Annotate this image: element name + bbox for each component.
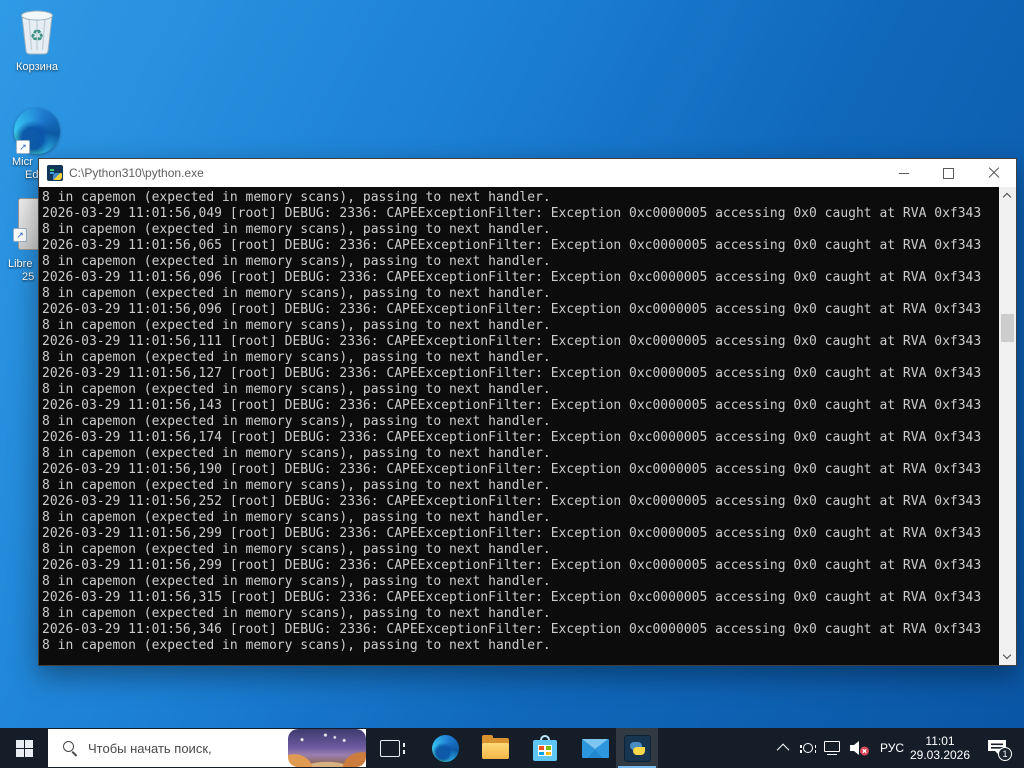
edge-label-line2: Ed xyxy=(25,169,39,181)
maximize-button[interactable] xyxy=(926,159,971,187)
notification-badge: 1 xyxy=(998,747,1012,761)
recycle-bin-icon: ♻ xyxy=(21,10,53,55)
shortcut-arrow-icon: ↗ xyxy=(13,228,27,242)
console-log-line: 8 in capemon (expected in memory scans),… xyxy=(42,286,551,301)
mail-icon xyxy=(581,738,609,758)
tray-action-center[interactable]: 1 xyxy=(980,728,1014,768)
console-log-line: 2026-03-29 11:01:56,252 [root] DEBUG: 23… xyxy=(42,494,982,509)
console-log-line: 2026-03-29 11:01:56,174 [root] DEBUG: 23… xyxy=(42,430,982,445)
shortcut-arrow-icon: ↗ xyxy=(16,140,30,154)
microsoft-store-icon xyxy=(533,735,557,761)
minimize-button[interactable] xyxy=(881,159,926,187)
tray-network[interactable] xyxy=(820,728,846,768)
console-log-line: 8 in capemon (expected in memory scans),… xyxy=(42,222,551,237)
console-log-line: 2026-03-29 11:01:56,096 [root] DEBUG: 23… xyxy=(42,270,982,285)
console-log-line: 2026-03-29 11:01:56,127 [root] DEBUG: 23… xyxy=(42,366,982,381)
console-log-line: 8 in capemon (expected in memory scans),… xyxy=(42,382,551,397)
taskbar-mail-button[interactable] xyxy=(572,728,618,768)
taskbar-search[interactable] xyxy=(48,729,366,767)
scroll-down-icon[interactable] xyxy=(1002,650,1012,660)
search-input[interactable] xyxy=(88,729,288,767)
console-log-line: 2026-03-29 11:01:56,143 [root] DEBUG: 23… xyxy=(42,398,982,413)
console-log-line: 8 in capemon (expected in memory scans),… xyxy=(42,638,551,653)
console-log-line: 2026-03-29 11:01:56,315 [root] DEBUG: 23… xyxy=(42,590,982,605)
clock-date: 29.03.2026 xyxy=(909,748,971,762)
window-titlebar[interactable]: C:\Python310\python.exe xyxy=(39,159,1016,187)
recycle-bin-label: Корзина xyxy=(16,61,58,73)
console-log-line: 8 in capemon (expected in memory scans),… xyxy=(42,190,551,205)
clock-time: 11:01 xyxy=(925,734,955,748)
console-log-line: 8 in capemon (expected in memory scans),… xyxy=(42,606,551,621)
search-highlight-image[interactable] xyxy=(288,729,366,767)
scroll-up-icon[interactable] xyxy=(1002,192,1012,202)
console-output[interactable]: 8 in capemon (expected in memory scans),… xyxy=(39,187,999,665)
tray-meet-now[interactable] xyxy=(796,728,820,768)
desktop-icon-recycle-bin[interactable]: ♻ Корзина xyxy=(8,8,66,74)
console-window: C:\Python310\python.exe 8 in capemon (ex… xyxy=(38,158,1017,666)
taskbar-python-console-button[interactable] xyxy=(616,728,658,768)
taskbar-file-explorer-button[interactable] xyxy=(472,728,518,768)
tray-language[interactable]: РУС xyxy=(874,728,910,768)
console-log-line: 2026-03-29 11:01:56,299 [root] DEBUG: 23… xyxy=(42,558,982,573)
console-log-line: 8 in capemon (expected in memory scans),… xyxy=(42,478,551,493)
volume-muted-icon xyxy=(850,741,869,756)
window-title: C:\Python310\python.exe xyxy=(69,166,204,180)
libreoffice-label-line2: 25 xyxy=(22,271,35,283)
console-log-line: 2026-03-29 11:01:56,190 [root] DEBUG: 23… xyxy=(42,462,982,477)
close-button[interactable] xyxy=(971,159,1016,187)
console-log-line: 2026-03-29 11:01:56,299 [root] DEBUG: 23… xyxy=(42,526,982,541)
language-label: РУС xyxy=(879,741,905,755)
console-scrollbar[interactable] xyxy=(999,187,1016,665)
console-log-line: 2026-03-29 11:01:56,096 [root] DEBUG: 23… xyxy=(42,302,982,317)
svg-text:♻: ♻ xyxy=(30,28,44,45)
console-log-line: 8 in capemon (expected in memory scans),… xyxy=(42,254,551,269)
search-icon xyxy=(62,740,78,756)
console-log-line: 8 in capemon (expected in memory scans),… xyxy=(42,414,551,429)
console-log-line: 8 in capemon (expected in memory scans),… xyxy=(42,318,551,333)
libreoffice-label-line1: Libre xyxy=(8,258,33,270)
console-log-line: 2026-03-29 11:01:56,049 [root] DEBUG: 23… xyxy=(42,206,982,221)
taskbar-store-button[interactable] xyxy=(522,728,568,768)
tray-clock[interactable]: 11:01 29.03.2026 xyxy=(908,728,972,768)
console-log-line: 8 in capemon (expected in memory scans),… xyxy=(42,542,551,557)
console-log-line: 8 in capemon (expected in memory scans),… xyxy=(42,446,551,461)
start-button[interactable] xyxy=(0,728,48,768)
edge-label-line1: Micr xyxy=(12,156,33,168)
console-log-line: 8 in capemon (expected in memory scans),… xyxy=(42,510,551,525)
tray-volume[interactable] xyxy=(846,728,874,768)
task-view-icon xyxy=(380,739,405,757)
network-icon xyxy=(824,741,842,755)
edge-icon xyxy=(431,734,459,762)
console-log-line: 2026-03-29 11:01:56,111 [root] DEBUG: 23… xyxy=(42,334,982,349)
taskbar: РУС 11:01 29.03.2026 1 xyxy=(0,728,1024,768)
windows-logo-icon xyxy=(15,739,33,757)
task-view-button[interactable] xyxy=(368,728,412,768)
chevron-up-icon xyxy=(776,743,789,756)
meet-now-icon xyxy=(800,742,816,755)
console-log-line: 8 in capemon (expected in memory scans),… xyxy=(42,574,551,589)
console-log-line: 2026-03-29 11:01:56,065 [root] DEBUG: 23… xyxy=(42,238,982,253)
python-console-icon xyxy=(623,734,651,762)
scrollbar-thumb[interactable] xyxy=(1001,314,1014,342)
console-log-line: 2026-03-29 11:01:56,346 [root] DEBUG: 23… xyxy=(42,622,982,637)
file-explorer-icon xyxy=(481,734,509,759)
taskbar-edge-button[interactable] xyxy=(422,728,468,768)
desktop: ♻ Корзина ↗ Micr Ed ↗ Libre 25 C:\Python… xyxy=(0,0,1024,768)
console-log-line: 8 in capemon (expected in memory scans),… xyxy=(42,350,551,365)
python-console-icon xyxy=(47,165,63,181)
tray-show-hidden-icons[interactable] xyxy=(772,728,796,768)
